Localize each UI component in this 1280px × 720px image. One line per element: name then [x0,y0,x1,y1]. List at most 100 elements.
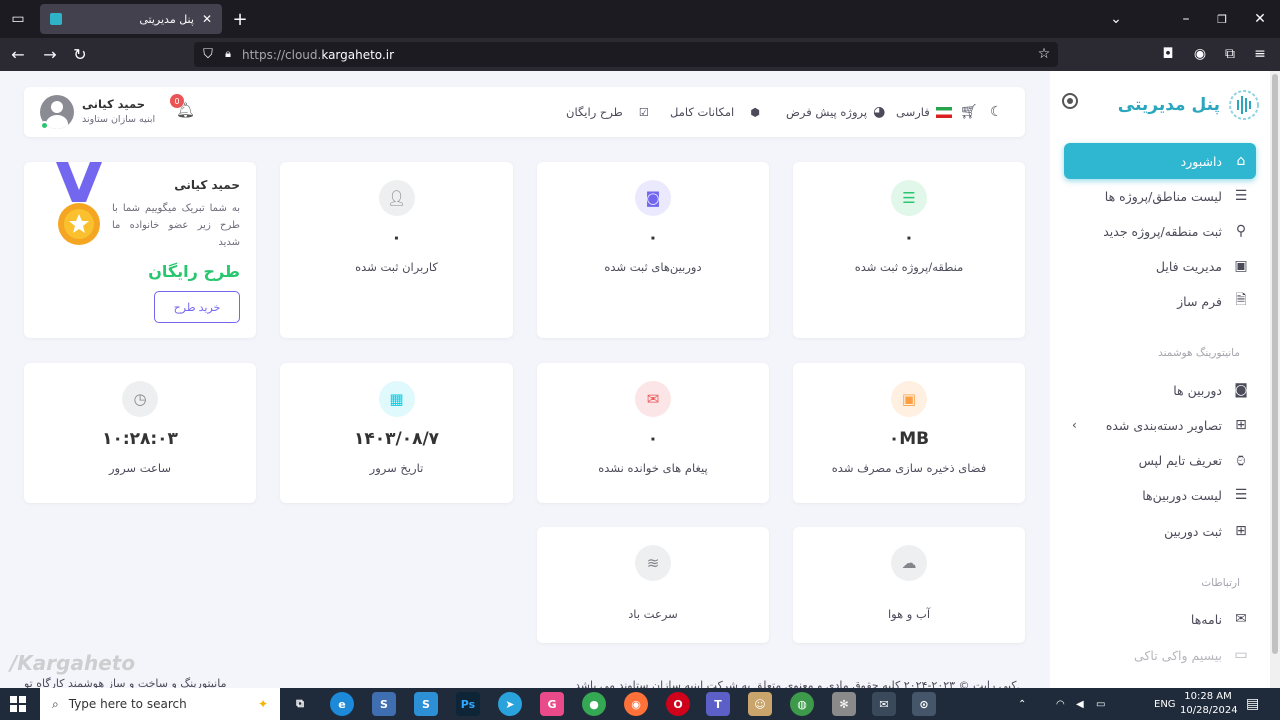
cart-button[interactable]: 🛒︎ [960,87,978,137]
extensions-icon[interactable]: ⧉ [1218,42,1242,66]
close-window-icon[interactable]: ✕ [1248,7,1272,31]
app-s-icon[interactable]: S [372,692,396,716]
sidebar: پنل مدیریتی ⌂ داشبورد ☰ لیست مناطق/پروژه… [1050,71,1270,688]
plan-card: حمید کیانی به شما تبریک میگوییم شما با ط… [24,162,256,338]
language-selector[interactable]: فارسی [896,87,952,137]
sidebar-item-walkie-talkie[interactable]: ▭ بیسیم واکی تاکی [1064,637,1256,673]
pocket-icon[interactable]: ◘ [1156,42,1180,66]
sidebar-item-timelapse[interactable]: ⌚︎ تعریف تایم لپس [1064,442,1256,478]
stat-label: تاریخ سرور [369,461,424,475]
edge-icon[interactable]: e [330,692,354,716]
clock-date: 10/28/2024 [1180,705,1238,716]
lang-indicator[interactable]: ENG [1154,688,1176,720]
notification-badge: 0 [170,94,184,108]
notifications-icon[interactable]: ▤ [1246,688,1259,720]
sidebar-toggle-icon[interactable] [1062,93,1078,109]
sidebar-item-cameras[interactable]: ◙ دوربین ها [1064,372,1256,408]
recorder-icon[interactable]: ⊙ [912,692,936,716]
stat-card-unread-messages: ✉ ٠ پیغام های خوانده نشده [537,363,769,503]
brand[interactable]: پنل مدیریتی [1118,89,1260,121]
taskbar-clock[interactable]: 10:28 AM 10/28/2024 [1180,690,1238,718]
brand-logo-icon [1229,90,1259,120]
account-icon[interactable]: ◉ [1188,42,1212,66]
app-g-icon[interactable]: G [540,692,564,716]
free-plan-link[interactable]: طرح رایگان ☑ [566,87,649,137]
tab-title: پنل مدیریتی [139,12,194,26]
task-view-icon[interactable]: ⧉ [288,692,312,716]
back-icon[interactable]: ← [6,42,30,66]
battery-icon[interactable]: ▭ [1096,688,1105,720]
buy-plan-button[interactable]: خرید طرح [154,291,240,323]
url-bar[interactable]: ⛉ 🔒︎ https://cloud. kargaheto.ir ☆ [194,42,1058,67]
sidebar-item-label: مدیریت فایل [1155,258,1222,274]
windows-start-icon[interactable] [10,696,26,712]
page-scrollbar[interactable] [1270,71,1280,688]
clock-time: 10:28 AM [1184,691,1232,702]
app-globe-icon[interactable]: ◍ [790,692,814,716]
cart-icon: 🛒︎ [960,104,978,120]
lock-icon[interactable]: 🔒︎ [216,42,240,66]
sidebar-item-projects-list[interactable]: ☰ لیست مناطق/پروژه ها [1064,178,1256,214]
plan-message: به شما تبریک میگوییم شما با طرح زیر عضو … [112,203,240,248]
user-org: ابنیه سازان ستاوند [82,114,156,125]
default-project-selector[interactable]: پروژه پیش فرض ◕ [786,87,885,137]
sidebar-item-letters[interactable]: ✉ نامه‌ها [1064,601,1256,637]
tab-overview-icon[interactable]: ▭ [6,7,30,31]
full-features-link[interactable]: امکانات کامل ⬢ [670,87,760,137]
opera-icon[interactable]: O [666,692,690,716]
reload-icon[interactable]: ↻ [68,42,92,66]
sidebar-item-add-camera[interactable]: ⊞ ثبت دوربین [1064,513,1256,549]
close-tab-icon[interactable]: ✕ [202,12,212,26]
app-s2-icon[interactable]: S [414,692,438,716]
mail-app-icon[interactable]: ✉ [872,692,896,716]
sidebar-item-form-builder[interactable]: 🗎︎ فرم ساز [1064,283,1256,319]
teams-icon[interactable]: T [706,692,730,716]
wifi-icon[interactable]: ◠ [1056,688,1065,720]
restore-icon[interactable]: ❐ [1210,7,1234,31]
sidebar-item-label: داشبورد [1180,153,1222,169]
stat-value: ٠MB [888,429,930,449]
browser-tab-strip: ▭ پنل مدیریتی ✕ + ⌄ – ❐ ✕ [0,0,1280,38]
calendar-icon: ▦ [378,381,415,417]
photoshop-icon[interactable]: Ps [456,692,480,716]
moon-icon: ☾ [990,104,1003,120]
mail-icon: ✉ [1235,611,1247,627]
stat-card-storage: ▣ ٠MB فضای ذخیره سازی مصرف شده [793,363,1025,503]
menu-icon[interactable]: ≡ [1248,42,1272,66]
sidebar-item-label: ثبت منطقه/پروژه جدید [1103,223,1222,239]
chrome-icon[interactable]: ● [582,692,606,716]
stat-label: فضای ذخیره سازی مصرف شده [831,461,987,475]
sidebar-item-new-project[interactable]: ⚲ ثبت منطقه/پروژه جدید [1064,213,1256,249]
home-icon: ⌂ [1236,153,1246,169]
sidebar-item-file-manager[interactable]: ▣ مدیریت فایل [1064,248,1256,284]
forward-icon[interactable]: → [38,42,62,66]
volume-icon[interactable]: ◀ [1076,688,1084,720]
brand-name: پنل مدیریتی [1117,95,1220,115]
taskbar-search[interactable]: ⌕ Type here to search ✦ [40,688,280,720]
sidebar-item-categorized-images[interactable]: ⊞ تصاویر دسته‌بندی شده ‹ [1064,407,1256,443]
browser-tab[interactable]: پنل مدیریتی ✕ [40,4,222,34]
app-content: پنل مدیریتی ⌂ داشبورد ☰ لیست مناطق/پروژه… [0,71,1280,688]
theme-toggle[interactable]: ☾ [990,87,1003,137]
tray-arrow-icon[interactable]: ⌃ [1018,688,1026,720]
sidebar-item-camera-list[interactable]: ☰ لیست دوربین‌ها [1064,477,1256,513]
list-icon: ☰ [891,180,927,216]
app-person-icon[interactable]: ☺ [748,692,772,716]
telegram-icon[interactable]: ➤ [498,692,522,716]
stat-card-cameras: ◙ ٠ دوربین‌های ثبت شده [537,162,769,338]
new-tab-icon[interactable]: + [228,7,252,31]
stat-value: ١٠:٢٨:٠٣ [102,429,178,449]
scrollbar-thumb[interactable] [1272,74,1278,654]
stat-value: ٠ [903,228,915,248]
firefox-icon[interactable]: ◉ [624,692,648,716]
minimize-icon[interactable]: – [1174,7,1198,31]
tab-list-chevron-icon[interactable]: ⌄ [1104,7,1128,31]
bookmark-star-icon[interactable]: ☆ [1032,42,1056,66]
sidebar-item-dashboard[interactable]: ⌂ داشبورد [1064,143,1256,179]
stat-label: ساعت سرور [108,461,172,475]
stat-card-projects: ☰ ٠ منطقه/پروژه ثبت شده [793,162,1025,338]
app-brain-icon[interactable]: ✻ [832,692,856,716]
chevron-left-icon: ‹ [1072,418,1077,432]
stat-card-server-time: ◷ ١٠:٢٨:٠٣ ساعت سرور [24,363,256,503]
windows-taskbar: ⌕ Type here to search ✦ ⧉ e S S Ps ➤ G ●… [0,688,1280,720]
